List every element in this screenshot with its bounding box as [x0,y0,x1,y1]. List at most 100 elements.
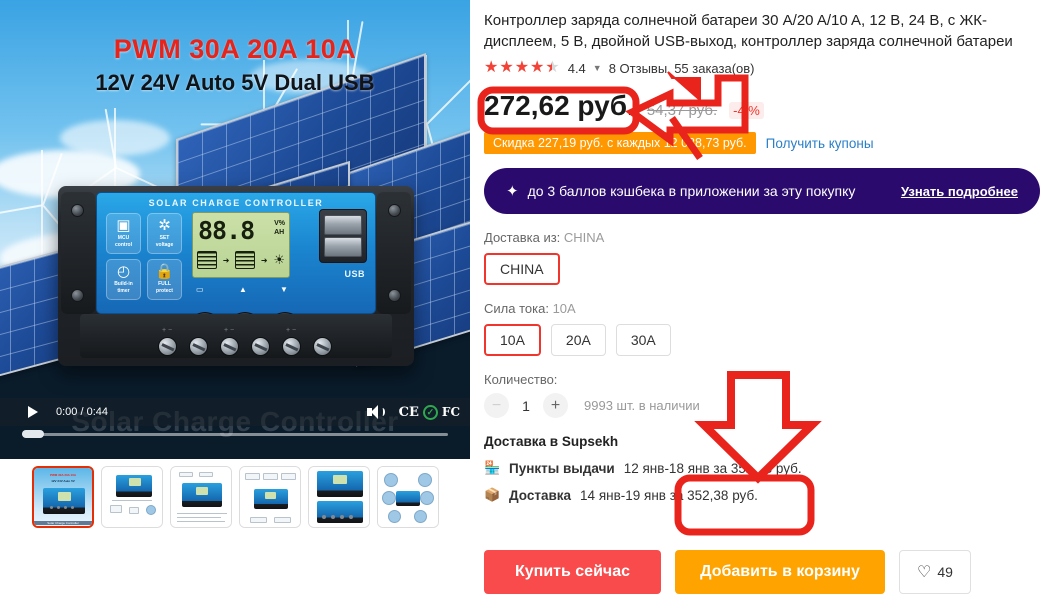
button-label-down: ▼ [280,285,288,294]
feature-icon-mcu-control: ▣ MCU control [106,213,141,254]
ship-from-label: Доставка из: CHINA [484,230,605,245]
terminal-screw [189,337,208,356]
reviews-count[interactable]: 8 Отзывы [609,61,667,76]
usb-label: USB [344,269,365,279]
current-price: 272,62 руб. [484,90,635,121]
rating-stars-filled: ★★★★★ [484,60,552,76]
video-control-bar: 0:00 / 0:44 CE ✓ FC [0,398,470,426]
terminal-screw [313,337,332,356]
feature-icon-builtin-timer: ◴ Build-in timer [106,259,141,300]
terminal-screw [251,337,270,356]
dual-usb-port [319,209,367,263]
get-coupons-link[interactable]: Получить купоны [766,136,874,151]
gallery-main-media[interactable]: PWM 30A 20A 10A 12V 24V Auto 5V Dual USB… [0,0,470,459]
product-details-panel: Контроллер заряда солнечной батареи 30 A… [484,0,1043,606]
thumbnail-item[interactable] [170,466,232,528]
rating-stars: ★★★★★★★★★★ [484,59,561,76]
current-chip-30a[interactable]: 30A [615,324,671,356]
cashback-banner: ✦ до 3 баллов кэшбека в приложении за эт… [484,168,1040,214]
coupon-row: Скидка 227,19 руб. с каждых 12 088,73 ру… [484,132,1043,154]
terminal-label: + − [224,327,235,334]
shipping-detail: 14 янв-19 янв за 352,38 руб. [580,487,758,503]
buy-now-button[interactable]: Купить сейчас [484,550,661,594]
rating-row: ★★★★★★★★★★ 4.4 ▼ 8 Отзывы 55 заказа(ов) [484,60,1043,76]
shipping-detail: 12 янв-18 янв за 352,38 руб. [623,460,802,476]
video-progress-bar[interactable] [0,427,470,441]
current-chip-20a[interactable]: 20A [550,324,606,356]
arrow-icon: ➜ [260,255,268,265]
product-title: Контроллер заряда солнечной батареи 30 A… [484,12,1013,50]
thumbnail-item[interactable] [239,466,301,528]
action-buttons: Купить сейчас Добавить в корзину ♡ 49 [484,550,971,594]
current-label: Сила тока: 10A [484,301,576,316]
lamp-icon: ☀ [273,252,285,267]
quantity-stepper: − 1 + 9993 шт. в наличии [484,393,1043,418]
terminal-label: + − [286,327,297,334]
device-face-title: SOLAR CHARGE CONTROLLER [148,198,324,208]
check-circle-icon: ✓ [422,404,438,420]
video-progress-knob[interactable] [22,430,44,438]
button-label-up: ▲ [239,285,247,294]
current-chip-10a[interactable]: 10A [484,324,541,356]
product-gallery: PWM 30A 20A 10A 12V 24V Auto 5V Dual USB… [0,0,470,606]
chip-icon: ▣ [116,217,131,234]
coin-icon: ✦ [506,182,519,200]
thumbnail-caption: Solar Charge Controller [34,521,92,525]
rating-value: 4.4 [567,60,586,76]
cashback-text: до 3 баллов кэшбека в приложении за эту … [527,183,856,199]
gallery-headline-sub: 12V 24V Auto 5V Dual USB [95,70,375,95]
ship-from-value: CHINA [563,230,605,245]
current-value: 10A [552,301,576,316]
quantity-value[interactable]: 1 [519,398,533,414]
button-label-menu: ▭ [196,285,204,294]
shipping-title: Доставка в Supsekh [484,434,619,449]
thumbnail-item[interactable] [308,466,370,528]
lock-icon: 🔒 [155,263,174,280]
shipping-row-delivery[interactable]: 📦 Доставка 14 янв-19 янв за 352,38 руб. [484,487,1043,503]
wishlist-count: 49 [937,564,953,580]
cashback-learn-more-link[interactable]: Узнать подробнее [901,184,1018,199]
clock-icon: ◴ [116,263,131,280]
price-row: 272,62 руб. 54,37 руб. -4 % [484,90,1043,122]
ce-mark-icon: CE [398,404,419,420]
shipping-method-name: Доставка [509,487,572,503]
thumbnail-item[interactable]: PWM 30A 20A 10A 12V 24V Auto 5V Solar Ch… [32,466,94,528]
arrow-icon: ➜ [222,255,230,265]
device-lcd-display: 88.8 V% AH ➜ ➜ ☀ [192,212,290,278]
video-time: 0:00 / 0:44 [56,406,108,418]
thumbnail-item[interactable] [101,466,163,528]
package-icon: 📦 [484,487,501,502]
lcd-flow-diagram: ➜ ➜ ☀ [197,248,285,272]
add-to-cart-button[interactable]: Добавить в корзину [675,550,885,594]
feature-icon-set-voltage: ✲ SET voltage [147,213,182,254]
ship-from-chip-china[interactable]: CHINA [484,253,560,285]
certification-badges: CE ✓ FC [398,404,460,420]
lcd-units: V% AH [274,220,285,236]
heart-icon: ♡ [917,564,932,581]
ship-from-options: CHINA [484,253,1043,285]
gallery-headline-top: PWM 30A 20A 10A [113,34,357,64]
quantity-label: Количество: [484,372,558,387]
discount-badge: -4 % [729,102,764,119]
gear-icon: ✲ [158,217,171,234]
terminal-label: + − [162,327,173,334]
old-price: 54,37 руб. [646,102,718,119]
wishlist-button[interactable]: ♡ 49 [899,550,971,594]
shipping-row-pickup[interactable]: 🏪 Пункты выдачи 12 янв-18 янв за 352,38 … [484,460,1043,476]
quantity-increase-button[interactable]: + [543,393,568,418]
thumbnail-strip: PWM 30A 20A 10A 12V 24V Auto 5V Solar Ch… [0,466,470,532]
quantity-decrease-button[interactable]: − [484,393,509,418]
solar-panel-icon [197,251,217,269]
terminal-screw [220,337,239,356]
terminal-screw [282,337,301,356]
fcc-mark-icon: FC [441,405,460,419]
product-device-image: SOLAR CHARGE CONTROLLER ▣ MCU control ✲ … [58,186,414,366]
play-icon[interactable] [28,406,38,418]
volume-icon[interactable] [366,405,385,419]
chevron-down-icon[interactable]: ▼ [593,63,602,73]
orders-count: 55 заказа(ов) [674,60,755,76]
pickup-point-icon: 🏪 [484,460,501,475]
thumbnail-item[interactable] [377,466,439,528]
device-faceplate: SOLAR CHARGE CONTROLLER ▣ MCU control ✲ … [96,192,376,314]
terminal-screw [158,337,177,356]
